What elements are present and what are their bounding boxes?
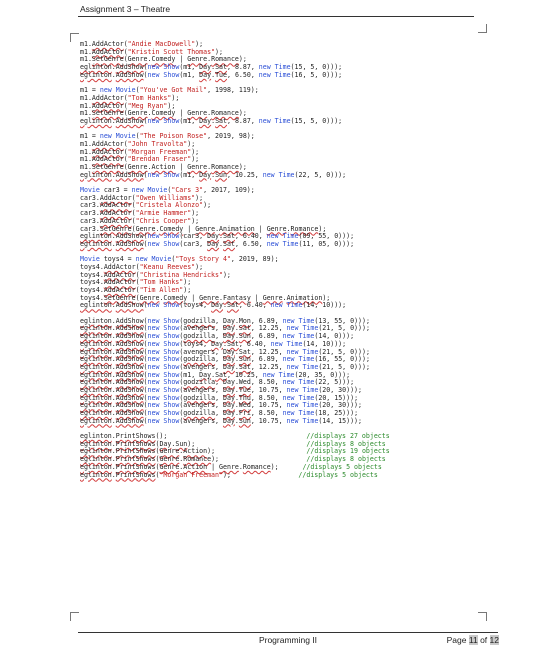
code-token: Day [199,116,212,125]
code-line: eglinton.AddShow(new Show(toys4, Day.Sat… [80,302,480,310]
code-token: //displays 5 objects [298,470,378,479]
code-line: eglinton.AddShow(new Show(m1, Day.Tue, 6… [80,70,480,80]
code-token: AddShow [115,116,144,125]
code-token: , 6.50, [234,239,267,248]
code-token: Time [274,116,291,125]
code-token: ); [222,270,231,279]
code-token: , 8.87, [227,116,259,125]
code-line: eglinton.AddShow(new Show(avengers, Day.… [80,416,480,426]
code-token: , 6.40, [238,301,271,310]
code-token: Sun [215,170,227,179]
code-token: new [147,70,164,79]
code-token: (14, 10))); [302,301,347,310]
code-token: (14, 15))); [318,416,362,425]
code-token: , 2019, 98); [207,132,255,141]
code-token: (avengers, [179,416,223,425]
code-token: (11, 05, 0))); [298,239,355,248]
code-token: Show [163,170,180,179]
code-token: eglinton [80,170,112,179]
code-token: "Morgan Freeman" [159,470,223,479]
code-token: Sat [223,239,235,248]
code-token: Day [199,70,212,79]
code-token: (22, 5, 0))); [294,170,347,179]
code-token: new [147,239,164,248]
code-token: AddShow [115,301,144,310]
footer-rule [78,632,498,633]
code-token: Sat [226,301,239,310]
code-token: eglinton [80,470,112,479]
code-token: AddShow [115,70,144,79]
code-token: new [262,170,279,179]
code-token: , 6.50, [227,70,259,79]
code-token: Time [302,416,319,425]
code-token: , 1998, 119); [207,86,259,95]
code-token: AddShow [115,170,144,179]
code-token: eglinton [80,239,112,248]
code-token: , 10.75, [250,416,287,425]
code-token: new [266,239,283,248]
code-token: ); [222,470,231,479]
code-token: AddShow [115,416,144,425]
code-line: eglinton.AddShow(new Show(m1, Day.Sat, 8… [80,116,480,126]
footer-page-number: Page 11 of 12 [447,635,499,645]
code-token: , 2017, 109); [203,186,255,195]
code-token: Tue [215,70,227,79]
code-token: Day [222,416,235,425]
code-token: (toys4, [179,301,212,310]
code-token: (m1, [179,116,200,125]
page-current: 11 [468,635,478,645]
code-token: , 10.25, [227,170,263,179]
page-total: 12 [489,635,499,645]
page-of: of [480,635,488,645]
code-token: AddShow [115,239,144,248]
code-token: eglinton [80,301,112,310]
code-token: new [258,116,275,125]
code-token: eglinton [80,416,112,425]
page-header-title: Assignment 3 – Theatre [80,4,171,14]
code-token: new [270,301,287,310]
page-label: Page [446,635,467,645]
code-token: new [258,70,275,79]
code-token: Show [163,116,180,125]
code-token: , 2019, 89); [230,255,279,264]
code-token: Sun [238,416,251,425]
code-token: Show [163,301,180,310]
code-token: Day [211,301,223,310]
code-token: (car3, [179,239,208,248]
code-token: Time [274,70,291,79]
code-token: new [147,170,164,179]
code-token: ); [203,201,212,210]
code-listing: m1.AddActor("Andie MacDowell"); m1.AddAct… [80,40,480,480]
code-token: Day [199,170,212,179]
code-token: eglinton [80,70,112,79]
code-token: (16, 5, 0))); [290,70,343,79]
code-token: eglinton [80,116,112,125]
code-token: PrintShows [115,470,156,479]
code-token: Show [163,416,180,425]
code-token: Sat [215,116,227,125]
code-token: new [147,116,164,125]
code-token: Time [278,170,295,179]
code-line: eglinton.AddShow(new Show(car3, Day.Sat,… [80,239,480,249]
code-token: new [147,301,164,310]
code-token: Show [163,70,180,79]
code-token: (15, 5, 0))); [290,116,343,125]
code-line: eglinton.AddShow(new Show(m1, Day.Sun, 1… [80,170,480,180]
footer-course-name: Programming II [258,635,318,645]
code-token: (m1, [179,170,200,179]
code-token: Time [286,301,303,310]
code-token: Day [207,239,220,248]
code-token: Time [282,239,299,248]
code-token: new [147,416,164,425]
header-rule [78,16,474,17]
code-line: eglinton.PrintShows("Morgan Freeman"); /… [80,470,480,480]
code-token: Show [163,239,180,248]
code-token: new [286,416,303,425]
code-token: (m1, [179,70,200,79]
